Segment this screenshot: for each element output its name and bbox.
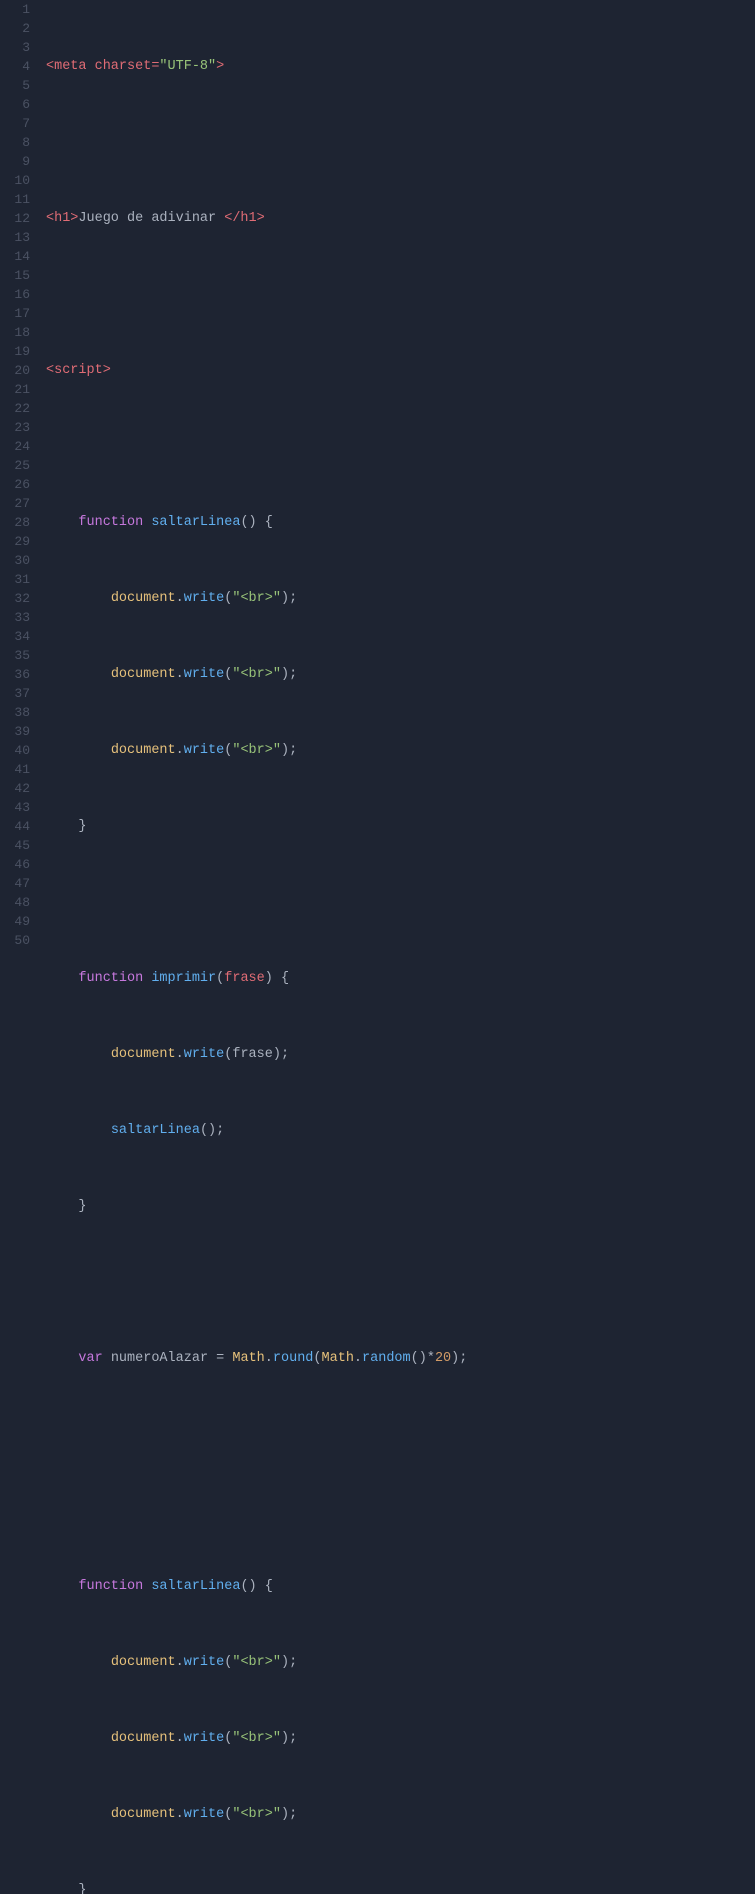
line-num-37: 37: [8, 684, 30, 703]
line-num-10: 10: [8, 171, 30, 190]
line-num-15: 15: [8, 266, 30, 285]
code-content[interactable]: <meta charset="UTF-8"> <h1>Juego de adiv…: [42, 0, 755, 1894]
line-num-19: 19: [8, 342, 30, 361]
line-num-17: 17: [8, 304, 30, 323]
line-num-49: 49: [8, 912, 30, 931]
code-line-13: function imprimir(frase) {: [46, 969, 755, 988]
code-line-18: var numeroAlazar = Math.round(Math.rando…: [46, 1349, 755, 1368]
line-num-31: 31: [8, 570, 30, 589]
line-num-28: 28: [8, 513, 30, 532]
code-line-7: function saltarLinea() {: [46, 513, 755, 532]
code-line-14: document.write(frase);: [46, 1045, 755, 1064]
line-num-18: 18: [8, 323, 30, 342]
line-num-7: 7: [8, 114, 30, 133]
line-num-25: 25: [8, 456, 30, 475]
code-line-4: [46, 285, 755, 304]
code-line-3: <h1>Juego de adivinar </h1>: [46, 209, 755, 228]
code-line-11: }: [46, 817, 755, 836]
line-num-20: 20: [8, 361, 30, 380]
code-line-19: [46, 1425, 755, 1444]
code-line-24: document.write("<br>");: [46, 1805, 755, 1824]
code-line-15: saltarLinea();: [46, 1121, 755, 1140]
line-num-48: 48: [8, 893, 30, 912]
code-line-25: }: [46, 1881, 755, 1894]
line-num-23: 23: [8, 418, 30, 437]
code-line-6: [46, 437, 755, 456]
code-line-2: [46, 133, 755, 152]
code-line-12: [46, 893, 755, 912]
line-num-14: 14: [8, 247, 30, 266]
line-num-24: 24: [8, 437, 30, 456]
line-num-42: 42: [8, 779, 30, 798]
line-num-43: 43: [8, 798, 30, 817]
code-line-1: <meta charset="UTF-8">: [46, 57, 755, 76]
line-num-50: 50: [8, 931, 30, 950]
line-num-33: 33: [8, 608, 30, 627]
code-line-10: document.write("<br>");: [46, 741, 755, 760]
code-line-16: }: [46, 1197, 755, 1216]
line-num-32: 32: [8, 589, 30, 608]
line-num-36: 36: [8, 665, 30, 684]
line-num-2: 2: [8, 19, 30, 38]
line-num-13: 13: [8, 228, 30, 247]
code-line-8: document.write("<br>");: [46, 589, 755, 608]
line-num-8: 8: [8, 133, 30, 152]
line-num-26: 26: [8, 475, 30, 494]
line-num-1: 1: [8, 0, 30, 19]
line-num-38: 38: [8, 703, 30, 722]
code-line-23: document.write("<br>");: [46, 1729, 755, 1748]
line-num-9: 9: [8, 152, 30, 171]
line-num-3: 3: [8, 38, 30, 57]
line-num-30: 30: [8, 551, 30, 570]
line-num-45: 45: [8, 836, 30, 855]
code-line-9: document.write("<br>");: [46, 665, 755, 684]
code-line-5: <script>: [46, 361, 755, 380]
line-num-4: 4: [8, 57, 30, 76]
line-num-44: 44: [8, 817, 30, 836]
line-numbers: 1 2 3 4 5 6 7 8 9 10 11 12 13 14 15 16 1…: [0, 0, 42, 1894]
line-num-34: 34: [8, 627, 30, 646]
code-line-21: function saltarLinea() {: [46, 1577, 755, 1596]
code-editor: 1 2 3 4 5 6 7 8 9 10 11 12 13 14 15 16 1…: [0, 0, 755, 1894]
line-num-5: 5: [8, 76, 30, 95]
line-num-22: 22: [8, 399, 30, 418]
line-num-39: 39: [8, 722, 30, 741]
line-num-16: 16: [8, 285, 30, 304]
code-line-22: document.write("<br>");: [46, 1653, 755, 1672]
line-num-47: 47: [8, 874, 30, 893]
line-num-35: 35: [8, 646, 30, 665]
line-num-40: 40: [8, 741, 30, 760]
code-line-17: [46, 1273, 755, 1292]
line-num-41: 41: [8, 760, 30, 779]
line-num-29: 29: [8, 532, 30, 551]
line-num-21: 21: [8, 380, 30, 399]
code-line-20: [46, 1501, 755, 1520]
line-num-46: 46: [8, 855, 30, 874]
line-num-11: 11: [8, 190, 30, 209]
line-num-6: 6: [8, 95, 30, 114]
line-num-12: 12: [8, 209, 30, 228]
line-num-27: 27: [8, 494, 30, 513]
